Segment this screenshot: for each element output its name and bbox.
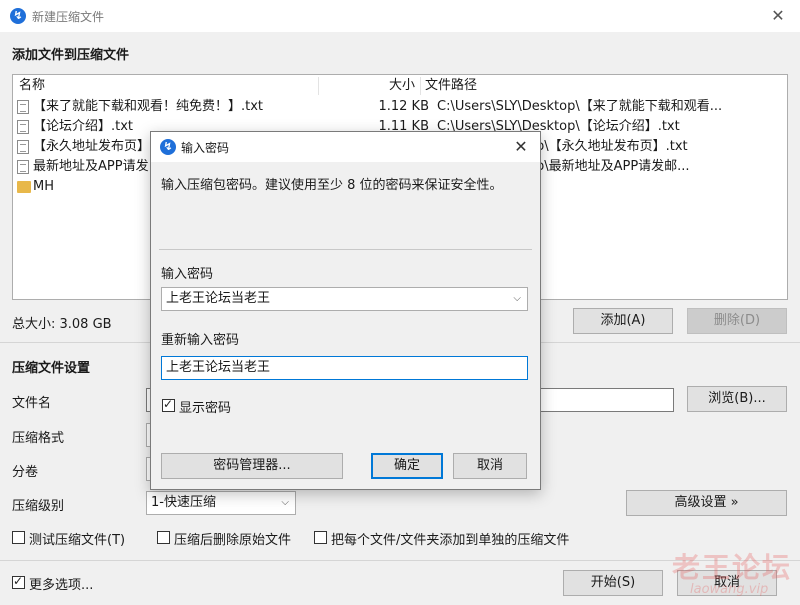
text-file-icon — [17, 160, 29, 174]
confirm-password-value: 上老王论坛当老王 — [166, 360, 271, 375]
settings-heading: 压缩文件设置 — [12, 361, 91, 376]
app-logo-icon: ↯ — [10, 8, 26, 24]
browse-button[interactable]: 浏览(B)... — [687, 386, 787, 412]
file-size: 1.12 KB — [378, 99, 429, 114]
text-file-icon — [17, 120, 29, 134]
password-value: 上老王论坛当老王 — [166, 291, 271, 306]
format-label: 压缩格式 — [12, 431, 65, 446]
window-close-button[interactable]: ✕ — [766, 5, 790, 27]
level-select[interactable]: 1-快速压缩 ⌵ — [146, 491, 296, 515]
window-title: 新建压缩文件 — [32, 10, 105, 24]
confirm-password-input[interactable]: 上老王论坛当老王 — [161, 356, 528, 380]
column-header-path[interactable]: 文件路径 — [425, 75, 477, 97]
total-size-label: 总大小: 3.08 GB — [12, 317, 112, 332]
test-archive-label: 测试压缩文件(T) — [29, 533, 126, 548]
level-label: 压缩级别 — [12, 499, 65, 514]
password-dialog: ↯ 输入密码 ✕ 输入压缩包密码。建议使用至少 8 位的密码来保证安全性。 输入… — [150, 131, 541, 490]
watermark-logo: 老王论坛 — [672, 551, 793, 584]
dialog-divider — [159, 249, 532, 250]
dialog-titlebar: ↯ 输入密码 ✕ — [151, 132, 540, 162]
delete-after-label: 压缩后删除原始文件 — [174, 533, 292, 548]
column-header-size[interactable]: 大小 — [373, 75, 415, 97]
more-options-label: 更多选项... — [29, 578, 94, 593]
confirm-password-label: 重新输入密码 — [161, 333, 240, 348]
dialog-title: 输入密码 — [181, 141, 230, 155]
text-file-icon — [17, 100, 29, 114]
separate-archives-checkbox[interactable] — [314, 531, 327, 544]
column-divider[interactable] — [318, 77, 319, 95]
text-file-icon — [17, 140, 29, 154]
filename-label: 文件名 — [12, 396, 52, 411]
split-label: 分卷 — [12, 465, 39, 480]
test-archive-checkbox[interactable] — [12, 531, 25, 544]
list-item[interactable]: 【来了就能下载和观看！纯免费！】.txt 1.12 KB C:\Users\SL… — [13, 97, 787, 117]
dialog-description: 输入压缩包密码。建议使用至少 8 位的密码来保证安全性。 — [161, 178, 503, 193]
file-path: op\【永久地址发布页】.txt — [528, 139, 688, 154]
column-divider[interactable] — [420, 77, 421, 95]
add-files-heading: 添加文件到压缩文件 — [12, 48, 130, 63]
chevron-down-icon[interactable]: ⌵ — [513, 288, 521, 310]
folder-icon — [17, 181, 31, 193]
start-button[interactable]: 开始(S) — [563, 570, 663, 596]
advanced-settings-button[interactable]: 高级设置 » — [626, 490, 787, 516]
password-combo[interactable]: 上老王论坛当老王 ⌵ — [161, 287, 528, 311]
ok-button[interactable]: 确定 — [371, 453, 443, 479]
password-manager-button[interactable]: 密码管理器... — [161, 453, 343, 479]
file-path: C:\Users\SLY\Desktop\【来了就能下载和观看... — [437, 99, 723, 114]
file-name: 【来了就能下载和观看！纯免费！】.txt — [33, 99, 264, 114]
level-value: 1-快速压缩 — [151, 495, 216, 510]
chevron-down-icon: ⌵ — [281, 497, 289, 508]
more-options-checkbox[interactable] — [12, 574, 25, 589]
dialog-cancel-button[interactable]: 取消 — [453, 453, 527, 479]
app-logo-icon: ↯ — [160, 139, 176, 155]
delete-button[interactable]: 删除(D) — [687, 308, 787, 334]
window-titlebar: ↯ 新建压缩文件 ✕ — [0, 0, 800, 32]
watermark-url: laowang.vip — [690, 582, 769, 597]
column-header-name[interactable]: 名称 — [19, 75, 45, 97]
add-button[interactable]: 添加(A) — [573, 308, 673, 334]
show-password-label: 显示密码 — [179, 401, 232, 416]
dialog-close-button[interactable]: ✕ — [510, 136, 532, 158]
show-password-checkbox[interactable] — [162, 397, 175, 412]
delete-after-checkbox[interactable] — [157, 531, 170, 544]
separate-archives-label: 把每个文件/文件夹添加到单独的压缩文件 — [331, 533, 570, 548]
file-path: op\最新地址及APP请发邮... — [528, 159, 690, 174]
password-label: 输入密码 — [161, 267, 214, 282]
